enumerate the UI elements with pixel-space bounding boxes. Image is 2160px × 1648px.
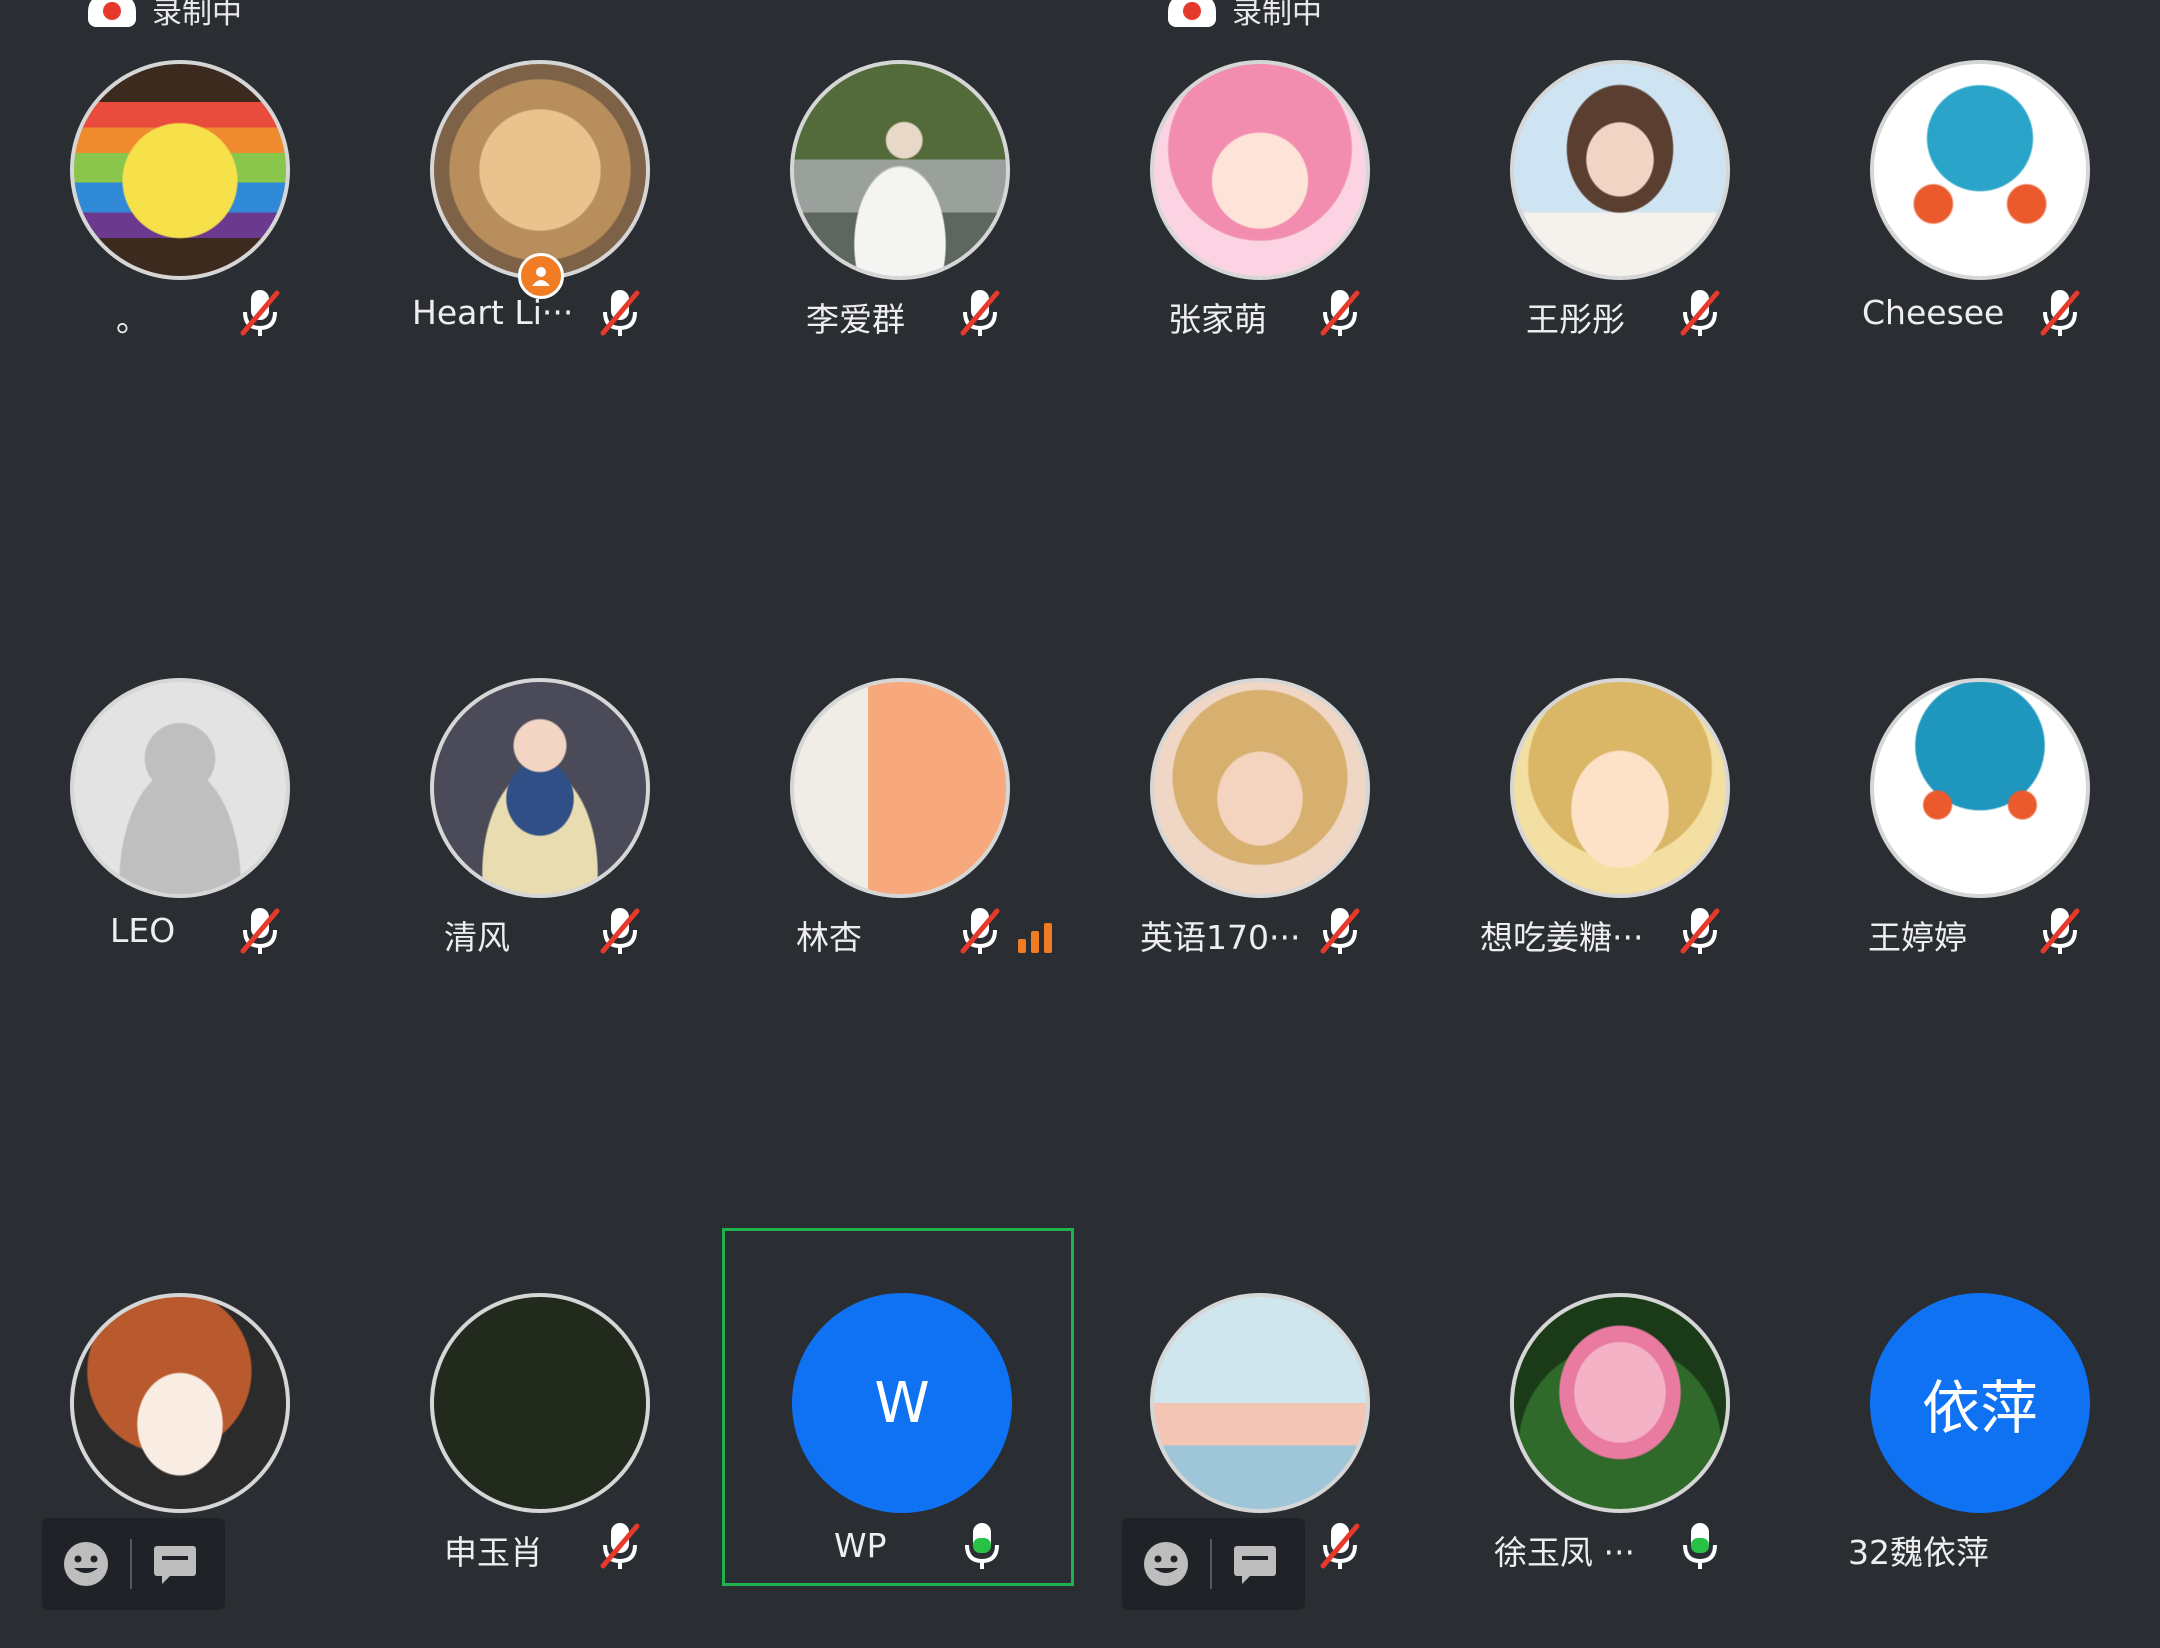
emoji-icon[interactable] xyxy=(1142,1540,1190,1588)
mic-muted-icon[interactable] xyxy=(2038,287,2082,339)
reaction-toolbar-right[interactable] xyxy=(1122,1518,1305,1610)
recording-icon xyxy=(88,0,136,27)
participant-name: 申玉肖 xyxy=(444,1533,543,1572)
participant-tile[interactable]: Cheesee xyxy=(1800,25,2160,415)
reaction-toolbar-left[interactable] xyxy=(42,1518,225,1610)
avatar-anime-peace xyxy=(1510,678,1730,898)
network-signal-icon xyxy=(1018,923,1052,953)
mic-muted-icon[interactable] xyxy=(598,287,642,339)
participant-name: 王彤彤 xyxy=(1526,300,1625,339)
participant-name: 清风 xyxy=(444,918,510,957)
chat-icon[interactable] xyxy=(152,1544,198,1584)
mic-muted-icon[interactable] xyxy=(1678,905,1722,957)
avatar-default-person xyxy=(70,678,290,898)
avatar-initials: W xyxy=(792,1293,1012,1513)
participant-tile[interactable]: 王婷婷 xyxy=(1800,643,2160,1033)
toolbar-divider xyxy=(130,1539,132,1589)
avatar-woman-photo xyxy=(1510,60,1730,280)
participant-name: 徐玉凤 ··· xyxy=(1494,1533,1635,1572)
participant-name: 李爱群 xyxy=(806,300,905,339)
participant-tile[interactable]: W WP xyxy=(722,1228,1074,1586)
mic-muted-icon[interactable] xyxy=(1318,1520,1362,1572)
participant-tile[interactable]: 林杏 xyxy=(720,643,1080,1033)
participant-name: 。 xyxy=(116,300,149,339)
participant-name: LEO xyxy=(110,911,176,950)
participant-tile[interactable]: 。 xyxy=(0,25,360,415)
recording-icon xyxy=(1168,0,1216,27)
mic-muted-icon[interactable] xyxy=(598,1520,642,1572)
participant-name: 王婷婷 xyxy=(1868,918,1967,957)
mic-muted-icon[interactable] xyxy=(1318,287,1362,339)
avatar-man-photo xyxy=(790,60,1010,280)
avatar-woman-blonde xyxy=(1150,678,1370,898)
emoji-icon[interactable] xyxy=(62,1540,110,1588)
participant-tile[interactable]: 李爱群 xyxy=(720,25,1080,415)
mic-muted-icon[interactable] xyxy=(1318,905,1362,957)
participant-name: 英语170··· xyxy=(1140,918,1301,957)
avatar-dog xyxy=(430,60,650,280)
participant-name: 张家萌 xyxy=(1168,300,1267,339)
participant-tile[interactable]: 申玉肖 xyxy=(360,1258,720,1648)
participant-tile[interactable]: Heart Li··· xyxy=(360,25,720,415)
participant-tile[interactable]: 英语170··· xyxy=(1080,643,1440,1033)
mic-muted-icon[interactable] xyxy=(958,287,1002,339)
avatar-snow-white xyxy=(430,678,650,898)
avatar-mask-blue-2 xyxy=(1870,678,2090,898)
avatar-spongebob xyxy=(70,60,290,280)
participant-tile[interactable]: 想吃姜糖··· xyxy=(1440,643,1800,1033)
participant-name: 林杏 xyxy=(796,918,862,957)
avatar-initials: 依萍 xyxy=(1870,1293,2090,1513)
mic-muted-icon[interactable] xyxy=(238,905,282,957)
participant-name: 32魏依萍 xyxy=(1848,1533,1989,1572)
participant-tile[interactable]: 清风 xyxy=(360,643,720,1033)
mic-active-icon[interactable] xyxy=(1678,1520,1722,1572)
mic-muted-icon[interactable] xyxy=(1678,287,1722,339)
participant-tile[interactable]: LEO xyxy=(0,643,360,1033)
participant-name: Cheesee xyxy=(1862,293,2005,332)
avatar-lotus xyxy=(1510,1293,1730,1513)
avatar-dark-olive xyxy=(430,1293,650,1513)
mic-muted-icon[interactable] xyxy=(238,287,282,339)
participant-tile[interactable]: 王彤彤 xyxy=(1440,25,1800,415)
mic-muted-icon[interactable] xyxy=(2038,905,2082,957)
participant-name: WP xyxy=(834,1526,887,1565)
participant-name: 想吃姜糖··· xyxy=(1480,918,1644,957)
participant-tile[interactable]: 徐玉凤 ··· xyxy=(1440,1258,1800,1648)
participant-tile[interactable]: 依萍 32魏依萍 xyxy=(1800,1258,2160,1648)
avatar-girl-illustration xyxy=(790,678,1010,898)
participant-tile[interactable]: 张家萌 xyxy=(1080,25,1440,415)
toolbar-divider xyxy=(1210,1539,1212,1589)
mic-active-icon[interactable] xyxy=(960,1520,1004,1572)
chat-icon[interactable] xyxy=(1232,1544,1278,1584)
participant-name: Heart Li··· xyxy=(412,293,574,332)
avatar-anime-girl-pink xyxy=(1150,60,1370,280)
mic-muted-icon[interactable] xyxy=(598,905,642,957)
avatar-beach-kite xyxy=(1150,1293,1370,1513)
avatar-mask-blue xyxy=(1870,60,2090,280)
mic-muted-icon[interactable] xyxy=(958,905,1002,957)
avatar-anime-boy xyxy=(70,1293,290,1513)
